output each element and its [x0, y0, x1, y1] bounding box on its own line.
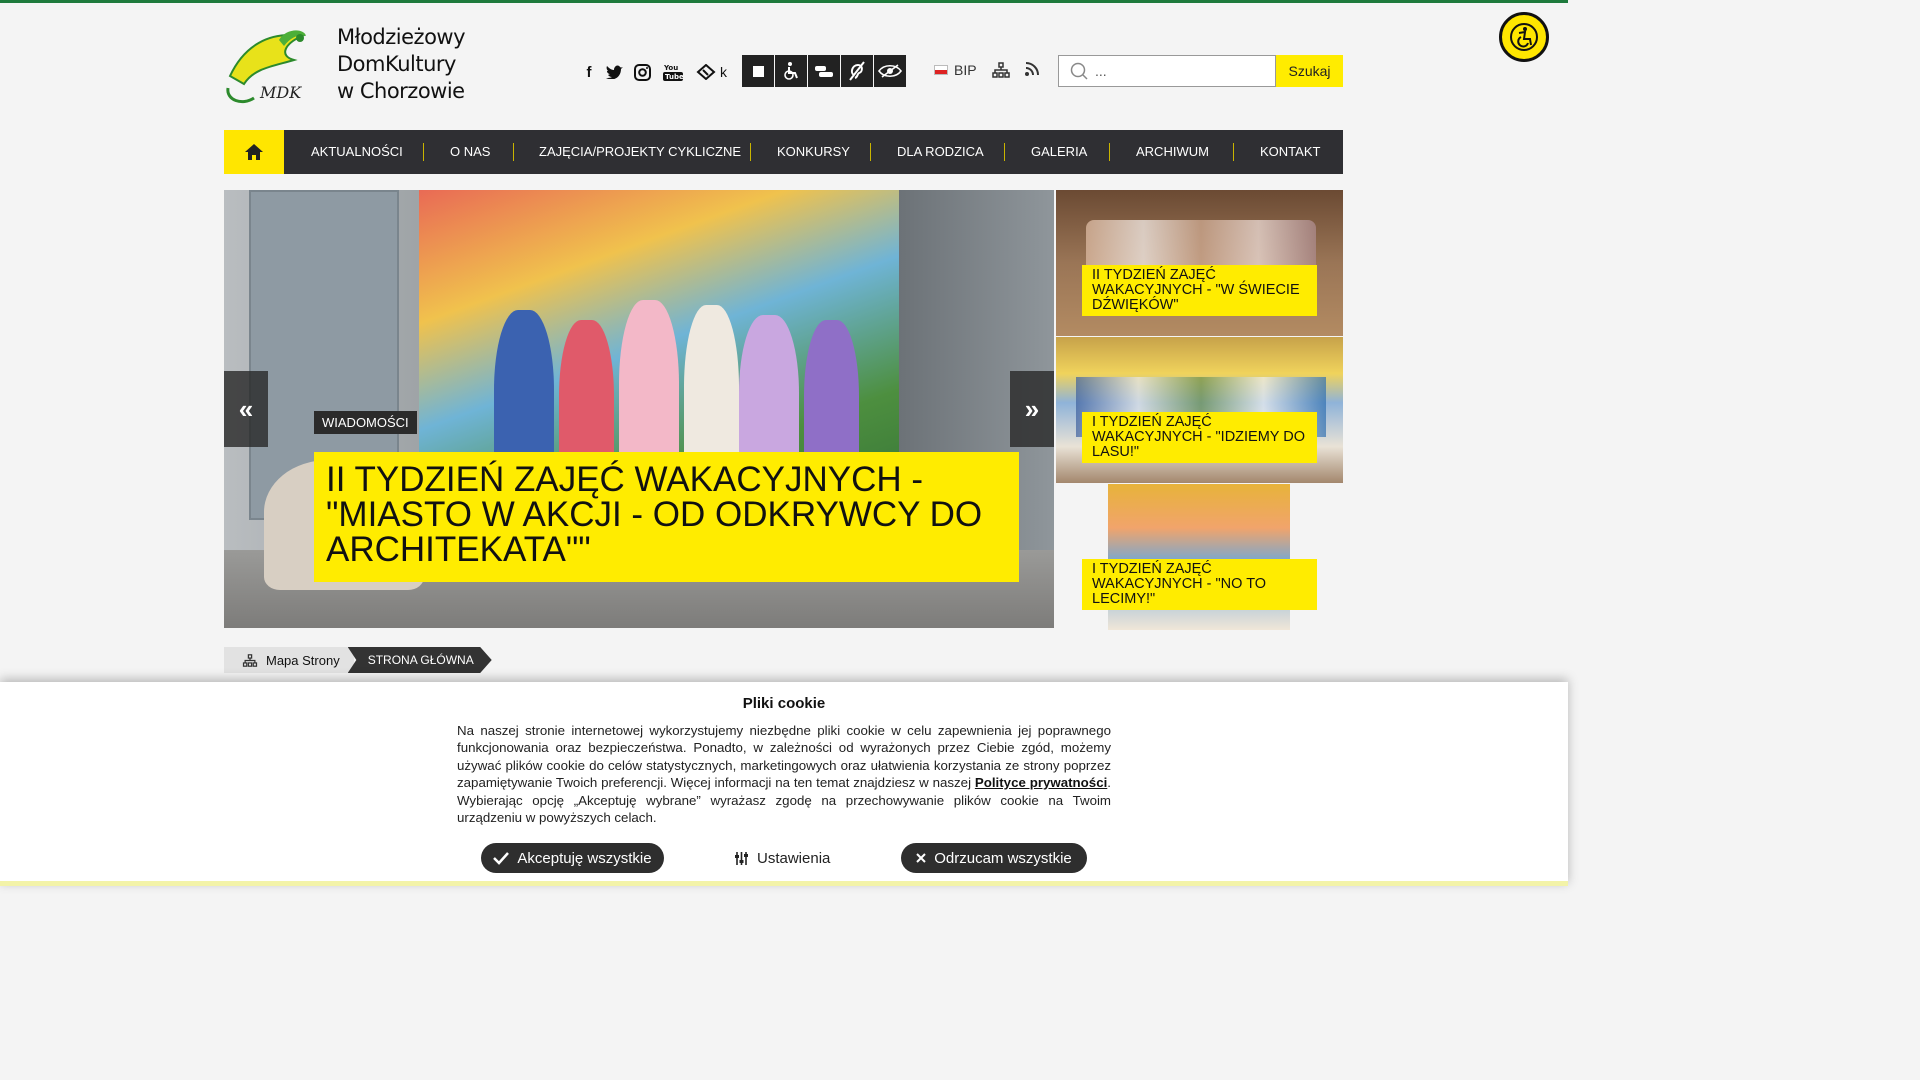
nav-separator: [513, 143, 514, 161]
nav-separator: [870, 143, 871, 161]
search-button[interactable]: Szukaj: [1276, 55, 1343, 87]
cookie-title: Pliki cookie: [742, 695, 826, 712]
contrast-icon[interactable]: [742, 55, 774, 87]
bip-link[interactable]: BIP: [934, 62, 977, 78]
side-news-item[interactable]: I tydzień zajęć wakacyjnych - "No to lec…: [1056, 484, 1343, 630]
check-icon: [493, 852, 510, 865]
logo-line-1: Młodzieżowy: [337, 25, 466, 49]
slider-prev-button[interactable]: «: [224, 371, 268, 447]
nav-dla-rodzica[interactable]: Dla rodzica: [897, 130, 984, 174]
breadcrumb: Mapa Strony Strona Główna: [224, 647, 492, 673]
settings-button[interactable]: Ustawienia: [734, 843, 830, 873]
search-icon: [1070, 62, 1088, 80]
svg-text:Tube: Tube: [665, 73, 683, 81]
search-input[interactable]: [1095, 63, 1265, 79]
side-news-title: II tydzień zajęć wakacyjnych - "W świeci…: [1082, 265, 1317, 316]
nav-separator: [1233, 143, 1234, 161]
low-vision-icon[interactable]: [874, 55, 906, 87]
hands-icon[interactable]: [808, 55, 840, 87]
accessibility-menu-icon[interactable]: [1499, 12, 1549, 62]
accessibility-toolbar: [742, 55, 906, 87]
side-news-item[interactable]: I tydzień zajęć wakacyjnych - "Idziemy d…: [1056, 337, 1343, 483]
top-accent-line: [0, 0, 1568, 3]
hero-title[interactable]: II tydzień zajęć wakacyjnych - "Miasto w…: [314, 452, 1019, 582]
privacy-policy-link[interactable]: Polityce prywatności: [975, 775, 1107, 790]
wheelchair-icon[interactable]: [775, 55, 807, 87]
instagram-icon[interactable]: [632, 62, 652, 82]
deaf-icon[interactable]: [841, 55, 873, 87]
nav-o-nas[interactable]: O nas: [450, 130, 490, 174]
sliders-icon: [735, 851, 748, 865]
cookie-text: Na naszej stronie internetowej wykorzyst…: [457, 722, 1111, 826]
nav-archiwum[interactable]: Archiwum: [1136, 130, 1209, 174]
site-logo[interactable]: MDK Młodzieżowy DomKultury w Chorzowie: [224, 22, 474, 106]
side-news-title: I tydzień zajęć wakacyjnych - "Idziemy d…: [1082, 412, 1317, 463]
accept-all-button[interactable]: Akceptuję wszystkie: [481, 843, 664, 873]
nav-galeria[interactable]: Galeria: [1031, 130, 1087, 174]
search-box: [1058, 55, 1276, 87]
side-news-title: I tydzień zajęć wakacyjnych - "No to lec…: [1082, 559, 1317, 610]
hero-category-badge[interactable]: Wiadomości: [314, 411, 417, 434]
home-icon[interactable]: [224, 130, 284, 174]
rss-icon[interactable]: [1025, 62, 1039, 81]
main-nav: Aktualności O nas Zajęcia/Projekty cykli…: [224, 130, 1343, 174]
sitemap-icon: [242, 653, 258, 667]
facebook-icon[interactable]: f: [579, 62, 599, 82]
sitemap-icon[interactable]: [992, 62, 1010, 83]
nav-separator: [423, 143, 424, 161]
logo-line-2: DomKultury: [337, 52, 456, 76]
twitter-icon[interactable]: [604, 62, 624, 82]
youtube-icon[interactable]: You Tube: [663, 62, 683, 82]
logo-badge: MDK: [259, 83, 302, 102]
settings-label: Ustawienia: [757, 849, 831, 867]
ticket-icon[interactable]: k: [696, 62, 730, 82]
breadcrumb-current: Strona Główna: [347, 647, 492, 673]
nav-zajecia[interactable]: Zajęcia/Projekty cykliczne: [539, 130, 741, 174]
hero-slider: « » Wiadomości II tydzień zajęć wakacyjn…: [224, 190, 1054, 628]
bip-flag-icon: [934, 65, 948, 75]
reject-all-label: Odrzucam wszystkie: [934, 849, 1072, 867]
cookie-banner: Pliki cookie Na naszej stronie interneto…: [0, 682, 1568, 886]
breadcrumb-sitemap[interactable]: Mapa Strony: [224, 647, 354, 673]
nav-aktualnosci[interactable]: Aktualności: [311, 130, 403, 174]
nav-konkursy[interactable]: Konkursy: [777, 130, 850, 174]
slider-next-button[interactable]: »: [1010, 371, 1054, 447]
breadcrumb-sitemap-label: Mapa Strony: [266, 652, 340, 668]
svg-text:You: You: [663, 64, 678, 72]
nav-separator: [1004, 143, 1005, 161]
side-news-item[interactable]: II tydzień zajęć wakacyjnych - "W świeci…: [1056, 190, 1343, 336]
accept-all-label: Akceptuję wszystkie: [517, 849, 652, 867]
reject-all-button[interactable]: Odrzucam wszystkie: [901, 843, 1087, 873]
logo-line-3: w Chorzowie: [337, 79, 465, 103]
nav-separator: [1109, 143, 1110, 161]
nav-kontakt[interactable]: Kontakt: [1260, 130, 1320, 174]
ticket-suffix: k: [720, 64, 727, 80]
facebook-glyph: f: [586, 63, 592, 81]
close-icon: [916, 853, 926, 863]
bottom-line: [0, 881, 1568, 886]
bip-label: BIP: [954, 62, 977, 78]
nav-separator: [750, 143, 751, 161]
logo-bird-icon: MDK: [226, 30, 306, 104]
